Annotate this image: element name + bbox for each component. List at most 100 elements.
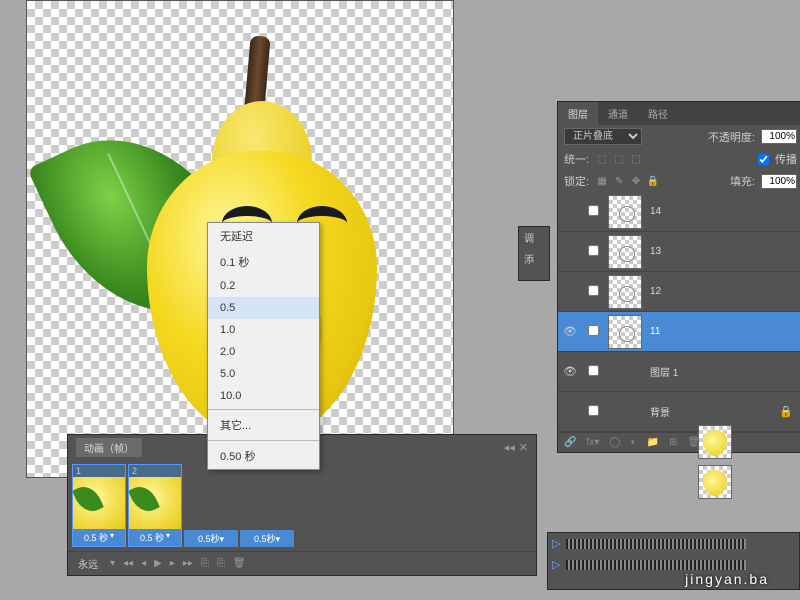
layer-name[interactable]: 11 (646, 326, 660, 337)
group-icon[interactable]: 📁 (647, 437, 659, 448)
layer-name[interactable]: 13 (646, 246, 661, 257)
play-button[interactable]: ▶ (154, 558, 162, 569)
layer-checkbox[interactable] (582, 365, 604, 379)
mini-label-2: 添 (519, 248, 549, 269)
layers-panel: 图层通道路径 正片叠底 不透明度: 统一: ⬚ ⬚ ⬚ 传播 锁定: ▦ ✎ ✥… (557, 101, 800, 453)
propagate-checkbox[interactable] (758, 154, 769, 165)
delete-frame-button[interactable]: 🗑 (233, 558, 246, 569)
frame-delay-extra[interactable]: 0.5秒▾ (240, 530, 294, 547)
expand-icon[interactable]: ▷ (552, 537, 560, 550)
duplicate-frame-button[interactable]: ⎘ (217, 558, 225, 569)
delay-option[interactable]: 0.5 (208, 297, 319, 319)
layers-panel-footer: 🔗 fx▾ ◯ ◐ 📁 ⊞ 🗑 (558, 432, 800, 452)
delay-option[interactable]: 10.0 (208, 385, 319, 407)
timeline-bars-2[interactable] (566, 560, 746, 570)
blend-mode-select[interactable]: 正片叠底 (564, 128, 642, 145)
frames-strip: 10.5 秒▾20.5 秒▾0.5秒▾0.5秒▾ (68, 460, 536, 551)
layer-thumbnail (608, 195, 642, 229)
fill-input[interactable] (761, 174, 797, 189)
lock-all-icon[interactable]: 🔒 (646, 174, 660, 188)
layer-name[interactable]: 背景 (646, 404, 670, 419)
layer-row[interactable]: 14 (558, 192, 800, 232)
unify-style-icon[interactable]: ⬚ (629, 152, 643, 166)
layer-list: 14 13 12 👁 11 👁 图层 1 背景 🔒 (558, 192, 800, 432)
layer-thumbnail (698, 465, 732, 499)
frame-delay[interactable]: 0.5 秒▾ (129, 529, 181, 546)
layer-row[interactable]: 12 (558, 272, 800, 312)
fill-label: 填充: (730, 173, 755, 189)
frame-delay[interactable]: 0.5 秒▾ (73, 529, 125, 546)
mini-label-1: 调 (519, 227, 549, 248)
layer-row[interactable]: 👁 11 (558, 312, 800, 352)
lock-icon: 🔒 (779, 405, 793, 418)
delay-current[interactable]: 0.50 秒 (208, 443, 319, 469)
propagate-label: 传播 (775, 151, 797, 167)
unify-label: 统一: (564, 151, 589, 167)
layer-name[interactable]: 14 (646, 206, 661, 217)
layer-row[interactable]: 👁 图层 1 (558, 352, 800, 392)
last-frame-button[interactable]: ▸▸ (183, 558, 193, 569)
prev-frame-button[interactable]: ◂ (141, 558, 146, 569)
frame-delay-extra[interactable]: 0.5秒▾ (184, 530, 238, 547)
animation-tab[interactable]: 动画（帧） (76, 438, 142, 457)
layer-checkbox[interactable] (582, 405, 604, 419)
timeline-bars[interactable] (566, 539, 746, 549)
layer-name[interactable]: 图层 1 (646, 364, 678, 379)
lock-icons: ▦ ✎ ✥ 🔒 (595, 174, 660, 188)
unify-icons: ⬚ ⬚ ⬚ (595, 152, 643, 166)
adjustment-layer-icon[interactable]: ◐ (630, 437, 636, 448)
layer-checkbox[interactable] (582, 325, 604, 339)
lock-pixels-icon[interactable]: ✎ (612, 174, 626, 188)
layer-thumbnail (698, 425, 732, 459)
layer-thumbnail (608, 275, 642, 309)
lock-transparency-icon[interactable]: ▦ (595, 174, 609, 188)
loop-selector[interactable]: 永远 (74, 555, 102, 572)
next-frame-button[interactable]: ▸ (170, 558, 175, 569)
unify-visibility-icon[interactable]: ⬚ (612, 152, 626, 166)
panel-collapse-icon[interactable]: ◂◂ (504, 441, 515, 454)
layer-fx-icon[interactable]: fx▾ (586, 437, 599, 448)
animation-controls: 永远 ▾ ◂◂ ◂ ▶ ▸ ▸▸ ⎘ ⎘ 🗑 (68, 551, 536, 575)
tween-button[interactable]: ⎘ (201, 558, 209, 569)
loop-dropdown-icon[interactable]: ▾ (110, 558, 115, 569)
layer-mask-icon[interactable]: ◯ (609, 437, 620, 448)
collapsed-panel[interactable]: 调 添 (518, 226, 550, 281)
panel-tab[interactable]: 图层 (558, 102, 598, 125)
unify-position-icon[interactable]: ⬚ (595, 152, 609, 166)
layer-checkbox[interactable] (582, 205, 604, 219)
animation-frame[interactable]: 1 0.5 秒▾ (72, 464, 126, 547)
panel-tab[interactable]: 路径 (638, 102, 678, 125)
delay-option[interactable]: 2.0 (208, 341, 319, 363)
visibility-toggle[interactable]: 👁 (558, 325, 582, 338)
layer-row[interactable]: 背景 🔒 (558, 392, 800, 432)
new-layer-icon[interactable]: ⊞ (669, 437, 677, 448)
layer-thumbnail (608, 315, 642, 349)
layer-name[interactable]: 12 (646, 286, 661, 297)
animation-frame[interactable]: 2 0.5 秒▾ (128, 464, 182, 547)
delay-option[interactable]: 无延迟 (208, 223, 319, 249)
link-layers-icon[interactable]: 🔗 (564, 437, 576, 448)
layer-row[interactable]: 13 (558, 232, 800, 272)
visibility-toggle[interactable]: 👁 (558, 365, 582, 378)
delay-option[interactable]: 1.0 (208, 319, 319, 341)
panel-close-icon[interactable]: ✕ (519, 441, 528, 454)
opacity-label: 不透明度: (708, 129, 755, 145)
frame-thumbnail (73, 477, 125, 529)
panel-tab[interactable]: 通道 (598, 102, 638, 125)
delay-option[interactable]: 5.0 (208, 363, 319, 385)
frame-number: 2 (129, 465, 181, 477)
delay-option[interactable]: 0.1 秒 (208, 249, 319, 275)
layer-checkbox[interactable] (582, 285, 604, 299)
first-frame-button[interactable]: ◂◂ (123, 558, 133, 569)
lock-position-icon[interactable]: ✥ (629, 174, 643, 188)
lock-label: 锁定: (564, 173, 589, 189)
layer-checkbox[interactable] (582, 245, 604, 259)
frame-number: 1 (73, 465, 125, 477)
opacity-input[interactable] (761, 129, 797, 144)
timeline-mini: ▷ ▷ jingyan.ba (547, 532, 800, 590)
frame-thumbnail (129, 477, 181, 529)
layer-thumbnail (608, 235, 642, 269)
expand-icon-2[interactable]: ▷ (552, 558, 560, 571)
delay-option[interactable]: 0.2 (208, 275, 319, 297)
delay-other[interactable]: 其它... (208, 412, 319, 438)
